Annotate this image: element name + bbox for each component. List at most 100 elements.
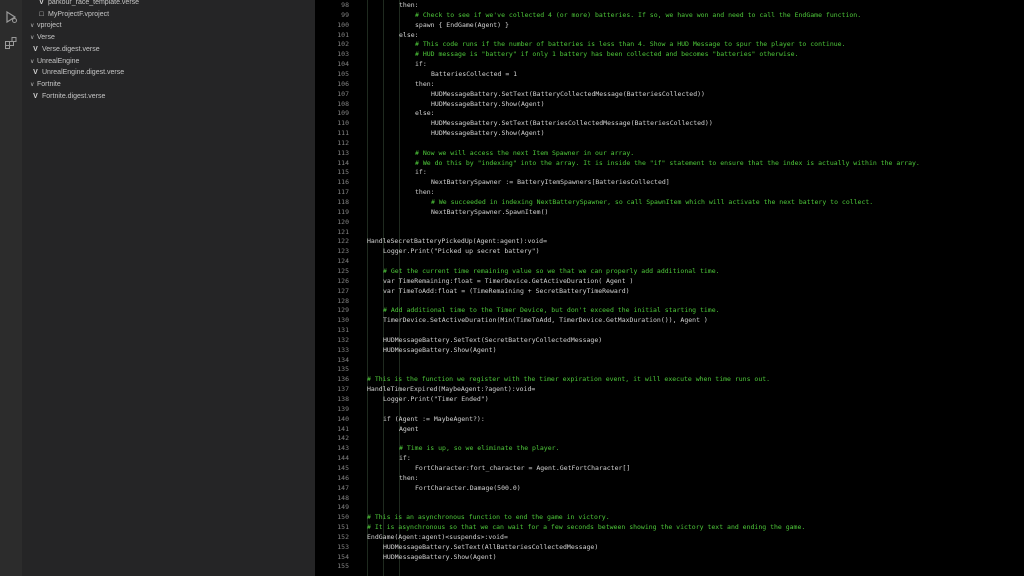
code-line[interactable]: 109 else: (315, 108, 1024, 118)
code-line[interactable]: 111 HUDMessageBattery.Show(Agent) (315, 128, 1024, 138)
code-line[interactable]: 105 BatteriesCollected = 1 (315, 69, 1024, 79)
code-line[interactable]: 130 TimerDevice.SetActiveDuration(Min(Tim… (315, 315, 1024, 325)
code-line[interactable]: 114 # We do this by "indexing" into the a… (315, 158, 1024, 168)
code-comment: # HUD message is "battery" if only 1 bat… (415, 50, 799, 59)
code-line[interactable]: 121 (315, 227, 1024, 237)
code-line[interactable]: 149 (315, 502, 1024, 512)
code-text: TimerDevice.SetActiveDuration(Min(TimeTo… (383, 316, 708, 325)
code-line[interactable]: 155 (315, 561, 1024, 571)
line-number: 110 (337, 119, 349, 128)
line-number: 116 (337, 178, 349, 187)
code-text: BatteriesCollected = 1 (431, 69, 518, 78)
code-comment: # This code runs if the number of batter… (415, 40, 846, 49)
explorer-item[interactable]: V Verse.digest.verse (32, 44, 99, 55)
code-line[interactable]: 145 FortCharacter:fort_character = Agent.… (315, 463, 1024, 473)
code-line[interactable]: 120 (315, 217, 1024, 227)
explorer-item[interactable]: □ MyProjectF.vproject (38, 9, 109, 20)
code-line[interactable]: 122 HandleSecretBatteryPickedUp(Agent:age… (315, 236, 1024, 246)
line-number: 127 (337, 286, 349, 295)
code-line[interactable]: 152 EndGame(Agent:agent)<suspends>:void= (315, 532, 1024, 542)
code-line[interactable]: 106 then: (315, 79, 1024, 89)
explorer-item-label: MyProjectF.vproject (48, 10, 110, 18)
explorer-item[interactable]: ∨ Verse (30, 32, 55, 43)
line-number: 119 (337, 207, 349, 216)
extensions-icon[interactable] (3, 35, 19, 51)
code-line[interactable]: 146 then: (315, 473, 1024, 483)
code-line[interactable]: 137 HandleTimerExpired(MaybeAgent:?agent)… (315, 384, 1024, 394)
code-line[interactable]: 110 HUDMessageBattery.SetText(BatteriesCo… (315, 118, 1024, 128)
code-line[interactable]: 141 Agent (315, 424, 1024, 434)
code-line[interactable]: 104 if: (315, 59, 1024, 69)
code-line[interactable]: 136 # This is the function we register wi… (315, 374, 1024, 384)
chevron-down-icon[interactable]: ∨ (30, 34, 36, 41)
chevron-down-icon[interactable]: ∨ (30, 58, 36, 65)
code-line[interactable]: 131 (315, 325, 1024, 335)
file-icon: □ (39, 10, 44, 18)
code-line[interactable]: 100 spawn { EndGame(Agent) } (315, 20, 1024, 30)
code-line[interactable]: 139 (315, 404, 1024, 414)
chevron-down-icon[interactable]: ∨ (30, 81, 36, 88)
run-debug-icon[interactable] (3, 9, 19, 25)
code-line[interactable]: 127 var TimeToAdd:float = (TimeRemaining … (315, 286, 1024, 296)
explorer-item[interactable]: ∨ vproject (30, 20, 62, 31)
chevron-down-icon[interactable]: ∨ (30, 22, 36, 29)
code-line[interactable]: 138 Logger.Print("Timer Ended") (315, 394, 1024, 404)
code-line[interactable]: 129 # Add additional time to the Timer De… (315, 305, 1024, 315)
code-line[interactable]: 125 # Get the current time remaining valu… (315, 266, 1024, 276)
code-line[interactable]: 103 # HUD message is "battery" if only 1 … (315, 49, 1024, 59)
code-line[interactable]: 98 then: (315, 0, 1024, 10)
explorer-item-label: UnrealEngine (37, 57, 80, 65)
code-line[interactable]: 108 HUDMessageBattery.Show(Agent) (315, 99, 1024, 109)
code-line[interactable]: 135 (315, 364, 1024, 374)
code-text: NextBatterySpawner.SpawnItem() (431, 207, 549, 216)
code-line[interactable]: 148 (315, 493, 1024, 503)
code-line[interactable]: 126 var TimeRemaining:float = TimerDevice… (315, 276, 1024, 286)
code-line[interactable]: 153 HUDMessageBattery.SetText(AllBatterie… (315, 542, 1024, 552)
code-line[interactable]: 132 HUDMessageBattery.SetText(SecretBatte… (315, 335, 1024, 345)
code-line[interactable]: 102 # This code runs if the number of bat… (315, 39, 1024, 49)
explorer-item-label: Fortnite (37, 80, 61, 88)
verse-file-icon: V (33, 92, 38, 100)
code-line[interactable]: 101 else: (315, 30, 1024, 40)
line-number: 122 (337, 237, 349, 246)
code-line[interactable]: 134 (315, 355, 1024, 365)
code-line[interactable]: 118 # We succeeded in indexing NextBatter… (315, 197, 1024, 207)
line-number: 136 (337, 375, 349, 384)
code-text: HUDMessageBattery.SetText(BatteriesColle… (431, 119, 713, 128)
code-line[interactable]: 112 (315, 138, 1024, 148)
explorer-item[interactable]: V UnrealEngine.digest.verse (32, 67, 124, 78)
explorer-panel: Vparkour_race_template.verse □ MyProjectF.… (22, 0, 315, 576)
line-number: 124 (337, 257, 349, 266)
code-line[interactable]: 113 # Now we will access the next Item Sp… (315, 148, 1024, 158)
code-line[interactable]: 142 (315, 433, 1024, 443)
code-line[interactable]: 123 Logger.Print("Picked up secret batter… (315, 246, 1024, 256)
code-line[interactable]: 115 if: (315, 167, 1024, 177)
code-line[interactable]: 119 NextBatterySpawner.SpawnItem() (315, 207, 1024, 217)
explorer-item[interactable]: V Fortnite.digest.verse (32, 91, 105, 102)
line-number: 143 (337, 444, 349, 453)
explorer-item[interactable]: Vparkour_race_template.verse (38, 0, 139, 8)
code-line[interactable]: 99 # Check to see if we've collected 4 (o… (315, 10, 1024, 20)
code-line[interactable]: 107 HUDMessageBattery.SetText(BatteryColl… (315, 89, 1024, 99)
explorer-item-label: vproject (37, 22, 62, 30)
code-line[interactable]: 147 FortCharacter.Damage(500.0) (315, 483, 1024, 493)
code-line[interactable]: 154 HUDMessageBattery.Show(Agent) (315, 552, 1024, 562)
line-number: 151 (337, 523, 349, 532)
line-number: 135 (337, 365, 349, 374)
explorer-item[interactable]: ∨ Fortnite (30, 79, 61, 90)
code-line[interactable]: 140 if (Agent := MaybeAgent?): (315, 414, 1024, 424)
code-line[interactable]: 151 # It is asynchronous so that we can w… (315, 522, 1024, 532)
code-line[interactable]: 117 then: (315, 187, 1024, 197)
line-number: 154 (337, 552, 349, 561)
code-line[interactable]: 143 # Time is up, so we eliminate the pla… (315, 443, 1024, 453)
code-line[interactable]: 128 (315, 296, 1024, 306)
explorer-item[interactable]: ∨ UnrealEngine (30, 56, 79, 67)
code-line[interactable]: 144 if: (315, 453, 1024, 463)
code-line[interactable]: 116 NextBatterySpawner := BatteryItemSpaw… (315, 177, 1024, 187)
code-editor[interactable]: 98 then: 99 # Check to see if we've collect… (315, 0, 1024, 576)
line-number: 142 (337, 434, 349, 443)
code-line[interactable]: 150 # This is an asynchronous function to… (315, 512, 1024, 522)
code-line[interactable]: 124 (315, 256, 1024, 266)
line-number: 130 (337, 316, 349, 325)
code-line[interactable]: 133 HUDMessageBattery.Show(Agent) (315, 345, 1024, 355)
